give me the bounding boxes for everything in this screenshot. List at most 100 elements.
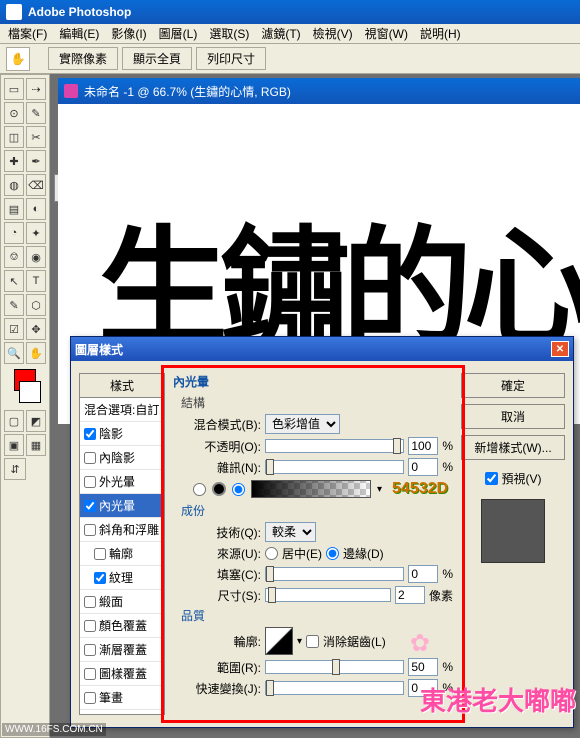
chk-inner-glow[interactable] [84,500,96,512]
fit-screen-button[interactable]: 顯示全頁 [122,47,192,70]
menu-help[interactable]: 説明(H) [414,23,467,44]
tool-gradient[interactable]: ◐ [26,198,46,220]
tool-text[interactable]: T [26,270,46,292]
style-outer-glow[interactable]: 外光暈 [80,470,164,494]
chk-pattern-overlay[interactable] [84,668,96,680]
hand-tool-icon[interactable]: ✋ [6,47,30,71]
tool-dodge[interactable]: ✦ [26,222,46,244]
menu-file[interactable]: 檔案(F) [2,23,53,44]
color-radio[interactable] [193,483,206,496]
menu-window[interactable]: 視窗(W) [359,23,414,44]
tool-stamp[interactable]: ◍ [4,174,24,196]
chk-contour[interactable] [94,548,106,560]
tool-wand[interactable]: ✎ [26,102,46,124]
mode-standard[interactable]: ▢ [4,410,24,432]
blend-mode-select[interactable]: 色彩增值 [265,414,340,434]
chk-stroke[interactable] [84,692,96,704]
chk-inner-shadow[interactable] [84,452,96,464]
background-swatch[interactable] [19,381,41,403]
style-texture[interactable]: 紋理 [80,566,164,590]
style-gradient-overlay[interactable]: 漸層覆蓋 [80,638,164,662]
chk-gradient-overlay[interactable] [84,644,96,656]
tool-path[interactable]: ⎊ [4,246,24,268]
tool-brush[interactable]: ✒ [26,150,46,172]
quality-header: 品質 [181,607,453,624]
jump-imageready[interactable]: ⇵ [4,458,26,480]
close-button[interactable]: ✕ [551,341,569,357]
tool-zoom[interactable]: 🔍 [4,342,24,364]
technique-select[interactable]: 較柔 [265,522,316,542]
style-inner-shadow[interactable]: 內陰影 [80,446,164,470]
chk-texture[interactable] [94,572,106,584]
opacity-slider[interactable] [265,439,404,453]
blend-options-row[interactable]: 混合選項:自訂 [80,398,164,422]
menu-layer[interactable]: 圖層(L) [153,23,204,44]
preview-swatch [481,499,545,563]
gradient-picker[interactable] [251,480,371,498]
styles-header[interactable]: 樣式 [80,374,164,398]
ok-button[interactable]: 確定 [461,373,565,398]
actual-pixels-button[interactable]: 實際像素 [48,47,118,70]
style-stroke[interactable]: 筆畫 [80,686,164,710]
screen-std[interactable]: ▣ [4,434,24,456]
tool-pen[interactable]: ↖ [4,270,24,292]
range-input[interactable] [408,658,438,676]
jitter-slider[interactable] [265,681,404,695]
chk-drop-shadow[interactable] [84,428,96,440]
style-contour[interactable]: 輪廓 [80,542,164,566]
tool-heal[interactable]: ✚ [4,150,24,172]
tool-marquee[interactable]: ▭ [4,78,24,100]
gradient-radio[interactable] [232,483,245,496]
style-color-overlay[interactable]: 顏色覆蓋 [80,614,164,638]
cancel-button[interactable]: 取消 [461,404,565,429]
source-center-radio[interactable] [265,547,278,560]
tool-type[interactable]: ◉ [26,246,46,268]
noise-slider[interactable] [265,460,404,474]
contour-picker[interactable] [265,627,293,655]
solid-color-swatch[interactable] [212,482,226,496]
style-satin[interactable]: 緞面 [80,590,164,614]
tool-shape[interactable]: ✎ [4,294,24,316]
chk-outer-glow[interactable] [84,476,96,488]
tool-slice[interactable]: ✂ [26,126,46,148]
preview-checkbox[interactable] [485,472,498,485]
source-edge-radio[interactable] [326,547,339,560]
menu-edit[interactable]: 編輯(E) [53,23,105,44]
size-input[interactable] [395,586,425,604]
style-inner-glow[interactable]: 內光暈 [80,494,164,518]
tool-blur[interactable]: ◔ [4,222,24,244]
tool-notes[interactable]: ⬡ [26,294,46,316]
antialias-checkbox[interactable] [306,635,319,648]
dialog-titlebar[interactable]: 圖層樣式 ✕ [71,337,573,361]
range-slider[interactable] [265,660,404,674]
document-titlebar[interactable]: 未命名 -1 @ 66.7% (生鏽的心情, RGB) [58,78,580,104]
menu-view[interactable]: 檢視(V) [307,23,359,44]
style-bevel[interactable]: 斜角和浮雕 [80,518,164,542]
tool-eraser[interactable]: ▤ [4,198,24,220]
tool-crop[interactable]: ◫ [4,126,24,148]
print-size-button[interactable]: 列印尺寸 [196,47,266,70]
menubar: 檔案(F) 編輯(E) 影像(I) 圖層(L) 選取(S) 濾鏡(T) 檢視(V… [0,24,580,44]
choke-slider[interactable] [265,567,404,581]
new-style-button[interactable]: 新增樣式(W)... [461,435,565,460]
menu-select[interactable]: 選取(S) [203,23,255,44]
tool-eyedrop[interactable]: ☑ [4,318,24,340]
tool-hand[interactable]: ✋ [26,342,46,364]
menu-filter[interactable]: 濾鏡(T) [255,23,306,44]
chk-satin[interactable] [84,596,96,608]
screen-full[interactable]: ▦ [26,434,46,456]
style-pattern-overlay[interactable]: 圖樣覆蓋 [80,662,164,686]
tool-lasso[interactable]: ⊙ [4,102,24,124]
chk-bevel[interactable] [84,524,96,536]
mode-quickmask[interactable]: ◩ [26,410,46,432]
style-drop-shadow[interactable]: 陰影 [80,422,164,446]
choke-input[interactable] [408,565,438,583]
tool-history[interactable]: ⌫ [26,174,46,196]
tool-move[interactable]: ⇢ [26,78,46,100]
opacity-input[interactable] [408,437,438,455]
noise-input[interactable] [408,458,438,476]
size-slider[interactable] [265,588,391,602]
menu-image[interactable]: 影像(I) [105,23,152,44]
chk-color-overlay[interactable] [84,620,96,632]
tool-measure[interactable]: ✥ [26,318,46,340]
